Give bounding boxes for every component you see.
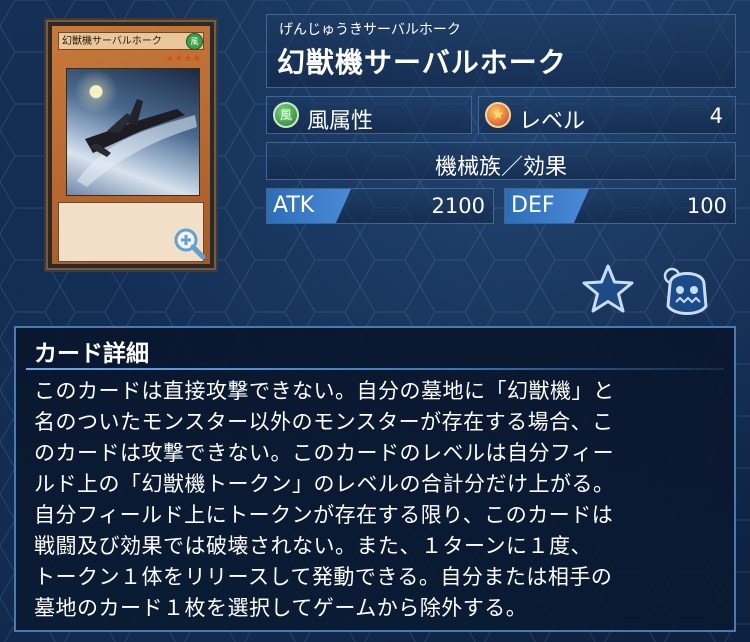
card-name-panel: げんじゅうきサーバルホーク 幻獣機サーバルホーク <box>266 14 736 88</box>
level-label: レベル <box>519 109 586 134</box>
zoom-icon[interactable] <box>172 226 206 260</box>
def-label: DEF <box>505 189 589 223</box>
attribute-box: 風 風属性 <box>266 96 472 134</box>
card-effect-text: このカードは直接攻撃できない。自分の墓地に「幻獣機」と 名のついたモンスター以外… <box>34 379 615 620</box>
type-label: 機械族／効果 <box>434 155 567 180</box>
attribute-label: 風属性 <box>307 109 374 134</box>
favorite-star-icon[interactable] <box>580 262 636 316</box>
type-box: 機械族／効果 <box>266 142 736 180</box>
card-image[interactable]: 幻獣機サーバルホーク 風 ★★★★ <box>46 20 216 270</box>
def-value: 100 <box>686 194 727 218</box>
level-star-icon: ★ <box>485 102 511 128</box>
card-image-level-stars: ★★★★ <box>165 54 202 64</box>
card-face: 幻獣機サーバルホーク 風 ★★★★ <box>52 26 210 264</box>
def-box: DEF 100 <box>504 188 736 224</box>
wind-attribute-icon: 風 <box>273 102 299 128</box>
card-image-name: 幻獣機サーバルホーク <box>58 32 204 50</box>
level-value: 4 <box>709 104 723 128</box>
card-name: 幻獣機サーバルホーク <box>277 46 567 79</box>
card-detail-title: カード詳細 <box>34 341 149 367</box>
card-name-reading: げんじゅうきサーバルホーク <box>279 22 461 38</box>
card-artwork <box>66 68 200 196</box>
atk-label: ATK <box>267 189 351 223</box>
aircraft-art <box>77 99 197 187</box>
card-image-attribute: 風 <box>186 33 203 50</box>
detail-divider <box>26 368 724 370</box>
card-detail-panel: カード詳細 このカードは直接攻撃できない。自分の墓地に「幻獣機」と 名のついたモ… <box>14 326 736 632</box>
atk-value: 2100 <box>431 194 485 218</box>
atk-box: ATK 2100 <box>266 188 494 224</box>
mask-icon[interactable] <box>660 262 714 318</box>
level-box: ★ レベル 4 <box>478 96 736 134</box>
